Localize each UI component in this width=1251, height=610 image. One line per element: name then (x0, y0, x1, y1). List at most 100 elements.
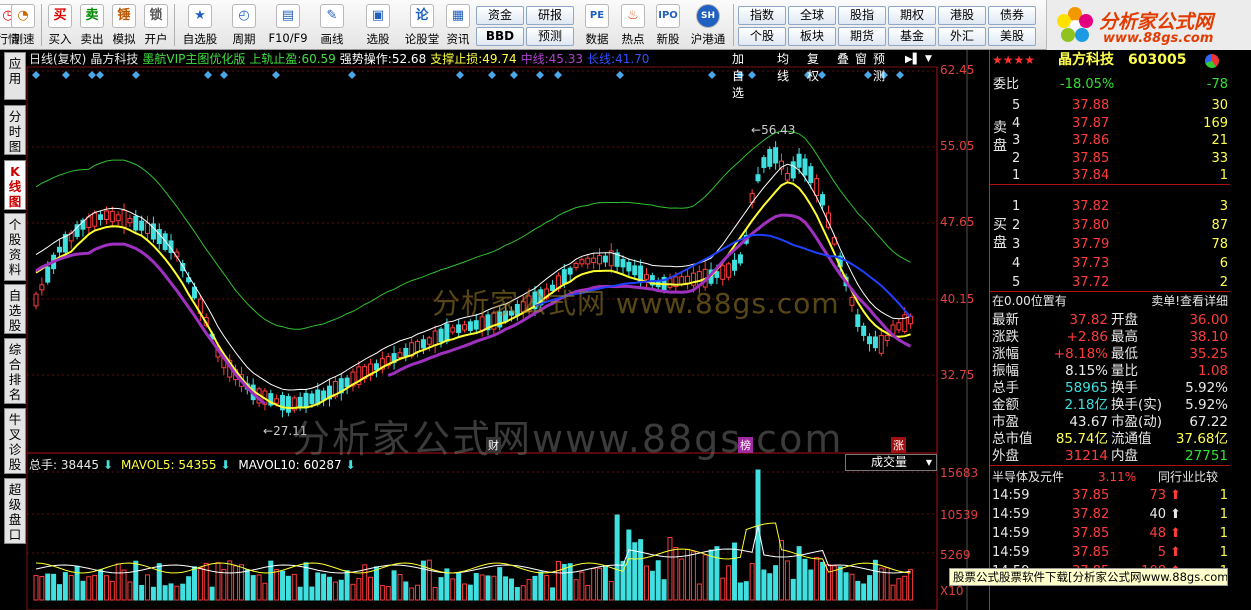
volume-bar (426, 559, 432, 601)
upper-band-label: 上轨止盈: (249, 52, 302, 66)
volume-bar (203, 562, 209, 601)
volume-axis-label: X10 (940, 584, 964, 598)
sector-change: 3.11% (1098, 470, 1137, 484)
chevron-down-icon[interactable]: ▼ (925, 51, 932, 68)
candle-body (86, 216, 92, 228)
candle-body (867, 336, 873, 345)
candle-body (855, 314, 861, 327)
tick-row: 14:59 37.85 48 ⬆ 1 (992, 526, 1228, 541)
volume-bar (209, 586, 215, 601)
support-value: 49.74 (482, 52, 517, 66)
volume-bar (878, 567, 884, 601)
strong-op-label: 强势操作: (339, 52, 392, 66)
volume-bar (773, 565, 779, 601)
dragon-list-marker[interactable]: 榜 (738, 437, 753, 453)
mid-line (35, 242, 266, 405)
volume-bar (227, 560, 233, 601)
volume-bar (544, 574, 550, 601)
volume-bar (409, 587, 415, 601)
volume-bar (309, 586, 315, 601)
limit-up-marker[interactable]: 涨 (891, 437, 906, 453)
candle-body (303, 392, 309, 409)
volume-bar (626, 529, 632, 601)
volume-bar (855, 580, 861, 601)
stats-divider (990, 465, 1230, 466)
volume-bar (473, 573, 479, 601)
volume-bar (98, 569, 104, 601)
ask-row[interactable]: 3 37.86 21 (990, 132, 1230, 149)
bid-row[interactable]: 2 37.80 87 (990, 217, 1230, 234)
industry-compare-button[interactable]: 同行业比较 (1158, 469, 1218, 486)
bid-row[interactable]: 1 37.82 3 (990, 198, 1230, 215)
volume-bar (280, 570, 286, 601)
support-label: 支撑止损: (430, 52, 483, 66)
candle-body (632, 265, 638, 276)
ad-banner[interactable]: 股票公式股票软件下载[分析家公式网www.88gs.com] (949, 568, 1228, 586)
pie-icon[interactable] (1205, 54, 1219, 68)
volume-bar (643, 565, 649, 601)
volume-bar (896, 578, 902, 601)
volume-bar (890, 584, 896, 601)
volume-bar (743, 581, 749, 601)
candle-body (127, 217, 133, 224)
view-detail-link[interactable]: 卖单!查看详细 (1151, 293, 1228, 310)
candle-body (620, 258, 626, 268)
ma-button[interactable]: 均线 (777, 51, 789, 83)
volume-bar (274, 569, 280, 601)
arrow-up-icon: ⬆ (1170, 488, 1181, 503)
signal-diamond-icon (204, 71, 212, 79)
signal-diamond-icon (616, 71, 624, 79)
volume-bar (820, 561, 826, 601)
ask-row[interactable]: 2 37.85 33 (990, 150, 1230, 167)
ask-row[interactable]: 1 37.84 1 (990, 167, 1230, 184)
volume-bar (550, 587, 556, 601)
volume-bar (837, 566, 843, 601)
forecast-chart-button[interactable]: 预测 (873, 51, 885, 83)
bonds-button[interactable]: 债券 (988, 6, 1036, 25)
bid-row[interactable]: 4 37.73 6 (990, 255, 1230, 272)
candle-body (814, 178, 820, 197)
candle-body (33, 293, 39, 307)
adjust-button[interactable]: 复权 (807, 51, 819, 83)
overlay-button[interactable]: 叠 (837, 51, 849, 68)
volume-bar (121, 569, 127, 601)
candle-body (139, 220, 145, 231)
signal-diamond-icon (510, 71, 518, 79)
volume-bar (133, 560, 139, 601)
candle-body (467, 321, 473, 331)
volume-bar (726, 565, 732, 601)
volume-bar (321, 573, 327, 601)
site-logo: 分析家公式网 www.88gs.com (1046, 0, 1251, 50)
indicator-select[interactable]: 成交量 ▼ (845, 454, 937, 471)
candle-body (115, 214, 121, 222)
volume-bar (714, 546, 720, 601)
bid-row[interactable]: 5 37.72 2 (990, 274, 1230, 291)
ask-row[interactable]: 5 37.88 30 (990, 97, 1230, 114)
volume-bar (608, 581, 614, 601)
sector-name[interactable]: 半导体及元件 (992, 469, 1064, 486)
period-label: 日线(复权) (29, 52, 87, 66)
candle-body (309, 393, 315, 405)
price-axis-label: 40.15 (940, 292, 975, 306)
volume-bar (403, 581, 409, 601)
ask-row[interactable]: 4 37.87 169 (990, 115, 1230, 132)
watermark-top: 分析家公式网 www.88gs.com (432, 287, 840, 320)
chevron-right-icon[interactable]: ▶▌ (905, 51, 920, 68)
volume-bar (737, 582, 743, 601)
volume-bar (767, 573, 773, 601)
long-line-value: 41.70 (615, 52, 650, 66)
candle-body (438, 328, 444, 343)
add-watch-button[interactable]: 加自选 (732, 51, 744, 100)
window-button[interactable]: 窗 (855, 51, 867, 68)
strong-op-value: 52.68 (391, 52, 427, 66)
us-stock-button[interactable]: 美股 (988, 27, 1036, 46)
candle-body (145, 222, 151, 234)
candle-body (790, 161, 796, 179)
finance-event-marker[interactable]: 财 (486, 437, 501, 453)
candle-body (579, 259, 585, 265)
stat-row: 总市值 85.74亿 流通值 37.68亿 (992, 431, 1228, 447)
stock-name: 晶方科技 (1058, 52, 1114, 68)
tick-row: 14:59 37.85 5 ⬆ 1 (992, 545, 1228, 560)
price-axis-label: 32.75 (940, 368, 975, 382)
bid-row[interactable]: 3 37.79 78 (990, 236, 1230, 253)
